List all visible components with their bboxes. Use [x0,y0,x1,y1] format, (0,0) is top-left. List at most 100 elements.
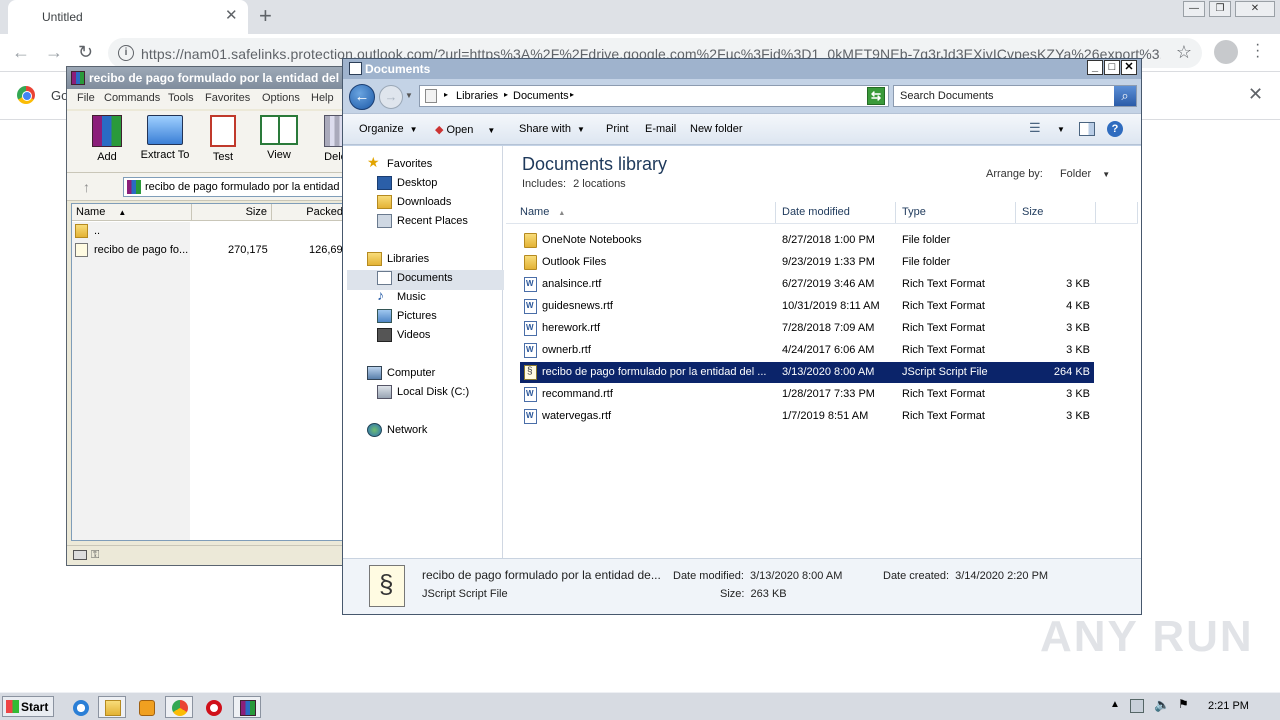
menu-tools[interactable]: Tools [168,92,194,104]
col-packed-header[interactable]: Packed [272,204,348,221]
start-label: Start [21,700,49,714]
col-date-header[interactable]: Date modified [776,202,896,223]
winrar-path-field[interactable]: recibo de pago formulado por la entidad … [123,177,349,197]
col-size-header[interactable]: Size [192,204,272,221]
list-item[interactable]: analsince.rtf 6/27/2019 3:46 AM Rich Tex… [520,274,1094,295]
breadcrumb-documents[interactable]: Documents [513,90,569,102]
col-extra-header[interactable] [1096,202,1138,223]
clock[interactable]: 2:21 PM [1208,700,1249,712]
list-item[interactable]: ownerb.rtf 4/24/2017 6:06 AM Rich Text F… [520,340,1094,361]
menu-file[interactable]: File [77,92,95,104]
includes-locations-link[interactable]: 2 locations [573,178,626,190]
col-type-header[interactable]: Type [896,202,1016,223]
reload-icon[interactable]: ↻ [78,42,93,62]
search-icon[interactable]: ⌕ [1114,86,1136,106]
rtf-document-icon [524,409,537,424]
recent-pages-dropdown-icon[interactable]: ▼ [405,91,413,100]
file-type: Rich Text Format [902,388,985,400]
list-item[interactable]: guidesnews.rtf 10/31/2019 8:11 AM Rich T… [520,296,1094,317]
file-size: 3 KB [1066,322,1090,334]
winrar-title-bar[interactable]: recibo de pago formulado por la entidad … [67,67,347,89]
add-button[interactable]: Add [77,115,137,171]
back-arrow-icon[interactable]: ← [349,84,375,110]
menu-options[interactable]: Options [262,92,300,104]
refresh-icon[interactable]: ⇆ [867,87,885,105]
col-name-header[interactable]: Name ▲ [72,204,192,221]
browser-restore-button[interactable]: ❐ [1209,1,1231,17]
preview-pane-icon[interactable] [1079,122,1095,136]
winrar-title: recibo de pago formulado por la entidad … [89,71,347,85]
table-row[interactable]: recibo de pago fo... 270,175 126,692 [72,242,349,259]
test-button[interactable]: Test [193,115,253,171]
view-button[interactable]: View [249,115,309,171]
volume-icon[interactable]: 🔈 [1154,697,1170,712]
col-name-header[interactable]: Name ▲ [514,202,776,223]
start-button[interactable]: Start [2,696,54,717]
hard-disk-icon [377,385,392,399]
share-with-button[interactable]: Share with ▼ [519,123,585,135]
chevron-right-icon[interactable]: ▸ [444,90,448,99]
taskbar-winrar[interactable] [233,696,261,718]
open-button[interactable]: ◆ Open ▼ [435,123,495,136]
site-info-icon[interactable]: i [118,45,134,61]
bookmark-star-icon[interactable]: ☆ [1176,42,1192,63]
email-button[interactable]: E-mail [645,123,676,135]
arrange-by-control[interactable]: Arrange by: Folder ▼ [986,168,1110,180]
table-row[interactable]: .. [72,223,348,240]
close-button[interactable]: ✕ [1121,60,1137,75]
nav-label: Desktop [397,177,438,189]
menu-commands[interactable]: Commands [104,92,160,104]
forward-arrow-icon[interactable]: → [45,42,63,62]
taskbar-opera[interactable] [199,696,227,718]
print-button[interactable]: Print [606,123,629,135]
libraries-icon [425,89,437,103]
list-item[interactable]: watervegas.rtf 1/7/2019 8:51 AM Rich Tex… [520,406,1094,427]
action-center-icon[interactable] [1130,699,1144,713]
browser-close-button[interactable]: ✕ [1235,1,1275,17]
organize-button[interactable]: Organize ▼ [359,123,418,135]
taskbar-chrome[interactable] [165,696,193,718]
chevron-right-icon[interactable]: ▸ [570,90,574,99]
col-size-header[interactable]: Size [1016,202,1096,223]
help-icon[interactable]: ? [1107,121,1123,137]
list-item-selected[interactable]: recibo de pago formulado por la entidad … [520,362,1094,383]
rtf-document-icon [524,343,537,358]
tab-close-icon[interactable]: ✕ [225,7,238,25]
jscript-file-icon [75,243,88,257]
minimize-button[interactable]: _ [1087,60,1103,75]
view-options-dropdown-icon[interactable]: ▼ [1057,125,1065,134]
list-item[interactable]: OneNote Notebooks 8/27/2018 1:00 PM File… [520,230,1094,251]
taskbar-file-explorer[interactable] [98,696,126,718]
back-arrow-icon[interactable]: ← [12,42,30,62]
search-box[interactable]: Search Documents ⌕ [893,85,1137,107]
breadcrumb-libraries[interactable]: Libraries [456,90,498,102]
chevron-right-icon[interactable]: ▸ [504,90,508,99]
drive-icon [73,550,87,560]
new-tab-button[interactable]: + [259,4,272,28]
new-folder-button[interactable]: New folder [690,123,743,135]
taskbar-media-player[interactable] [132,696,160,718]
list-item[interactable]: Outlook Files 9/23/2019 1:33 PM File fol… [520,252,1094,273]
explorer-title-bar[interactable]: Documents _ □ ✕ [343,59,1141,79]
menu-help[interactable]: Help [311,92,334,104]
chrome-menu-icon[interactable]: · · · [1255,37,1260,65]
extract-to-button[interactable]: Extract To [135,115,195,171]
maximize-button[interactable]: □ [1104,60,1120,75]
taskbar-internet-explorer[interactable] [66,696,94,718]
list-item[interactable]: recommand.rtf 1/28/2017 7:33 PM Rich Tex… [520,384,1094,405]
file-type: Rich Text Format [902,300,985,312]
profile-avatar-icon[interactable] [1214,40,1238,64]
search-input[interactable]: Search Documents [900,90,994,102]
row-name: .. [94,225,101,237]
menu-favorites[interactable]: Favorites [205,92,250,104]
network-flag-icon[interactable]: ⚑ [1178,697,1192,711]
infobar-close-icon[interactable]: ✕ [1248,84,1263,105]
up-arrow-icon[interactable]: ↑ [83,179,90,195]
change-view-icon[interactable]: ☰ [1029,120,1041,136]
list-item[interactable]: herework.rtf 7/28/2018 7:09 AM Rich Text… [520,318,1094,339]
browser-minimize-button[interactable]: — [1183,1,1205,17]
forward-arrow-icon[interactable]: → [379,85,403,109]
show-hidden-icons-icon[interactable]: ▲ [1110,699,1124,713]
tab-untitled[interactable]: Untitled ✕ [8,0,248,34]
explorer-address-bar[interactable]: ▸ Libraries ▸ Documents ▸ ▼ [419,85,889,107]
